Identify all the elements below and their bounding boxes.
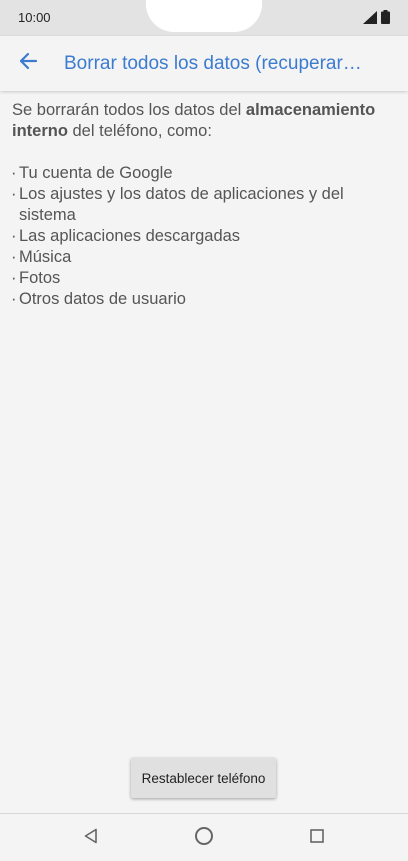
nav-home-button[interactable]: [189, 824, 219, 852]
list-item: Música: [11, 247, 402, 268]
battery-icon: [381, 10, 390, 29]
app-bar: Borrar todos los datos (recuperar…: [0, 36, 408, 91]
page-title: Borrar todos los datos (recuperar…: [64, 52, 362, 74]
back-button[interactable]: [8, 44, 48, 84]
list-item: Fotos: [11, 268, 402, 289]
status-icons: [363, 10, 390, 29]
content: Se borrarán todos los datos del almacena…: [11, 100, 402, 310]
intro-text: Se borrarán todos los datos del almacena…: [12, 100, 402, 142]
navigation-bar: [0, 813, 408, 861]
data-list: Tu cuenta de Google Los ajustes y los da…: [11, 163, 402, 310]
arrow-left-icon: [18, 52, 38, 75]
screen: 10:00 Borrar todos los datos (recuperar……: [0, 0, 408, 861]
status-bar: 10:00: [0, 0, 408, 36]
list-item: Otros datos de usuario: [11, 289, 402, 310]
signal-icon: [363, 10, 377, 29]
display-notch: [146, 0, 262, 32]
home-circle-icon: [194, 826, 214, 851]
list-item: Las aplicaciones descargadas: [11, 226, 402, 247]
back-triangle-icon: [84, 828, 98, 849]
recents-square-icon: [310, 828, 324, 848]
nav-recents-button[interactable]: [302, 824, 332, 852]
intro-suffix: del teléfono, como:: [67, 122, 212, 140]
list-item: Tu cuenta de Google: [11, 163, 402, 184]
reset-phone-button[interactable]: Restablecer teléfono: [131, 758, 276, 798]
nav-back-button[interactable]: [76, 824, 106, 852]
intro-prefix: Se borrarán todos los datos del: [12, 101, 246, 119]
status-time: 10:00: [18, 10, 51, 25]
list-item: Los ajustes y los datos de aplicaciones …: [11, 184, 402, 226]
